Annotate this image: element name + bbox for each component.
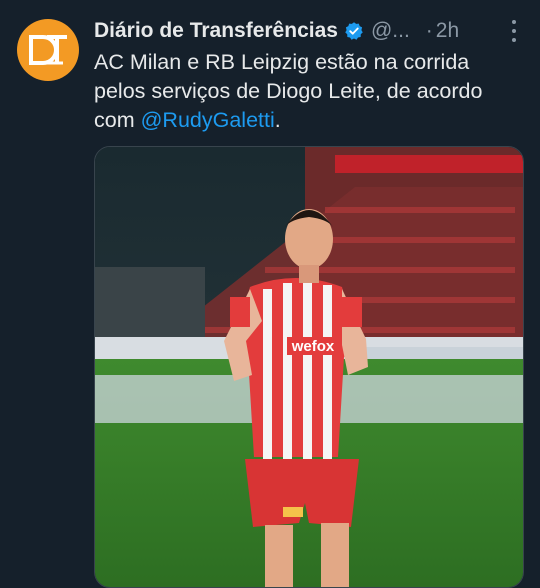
mention-link[interactable]: @RudyGaletti [141, 108, 275, 132]
tweet-timestamp[interactable]: 2h [436, 19, 459, 43]
tweet-media-photo[interactable]: wefox [94, 146, 524, 588]
shirt-sponsor: wefox [291, 338, 335, 355]
dt-logo-icon [29, 35, 67, 65]
verified-badge-icon [344, 21, 364, 41]
tweet-text-end: . [274, 108, 281, 132]
tweet-header: Diário de Transferências @... · 2h [94, 16, 526, 46]
account-handle[interactable]: @... [371, 19, 410, 43]
tweet-text: AC Milan e RB Leipzig estão na corrida p… [94, 48, 524, 135]
player-photo: wefox [95, 147, 523, 587]
more-options-icon[interactable] [510, 20, 518, 42]
account-name[interactable]: Diário de Transferências [94, 19, 338, 43]
separator-dot: · [425, 19, 433, 42]
account-avatar[interactable] [17, 19, 79, 81]
